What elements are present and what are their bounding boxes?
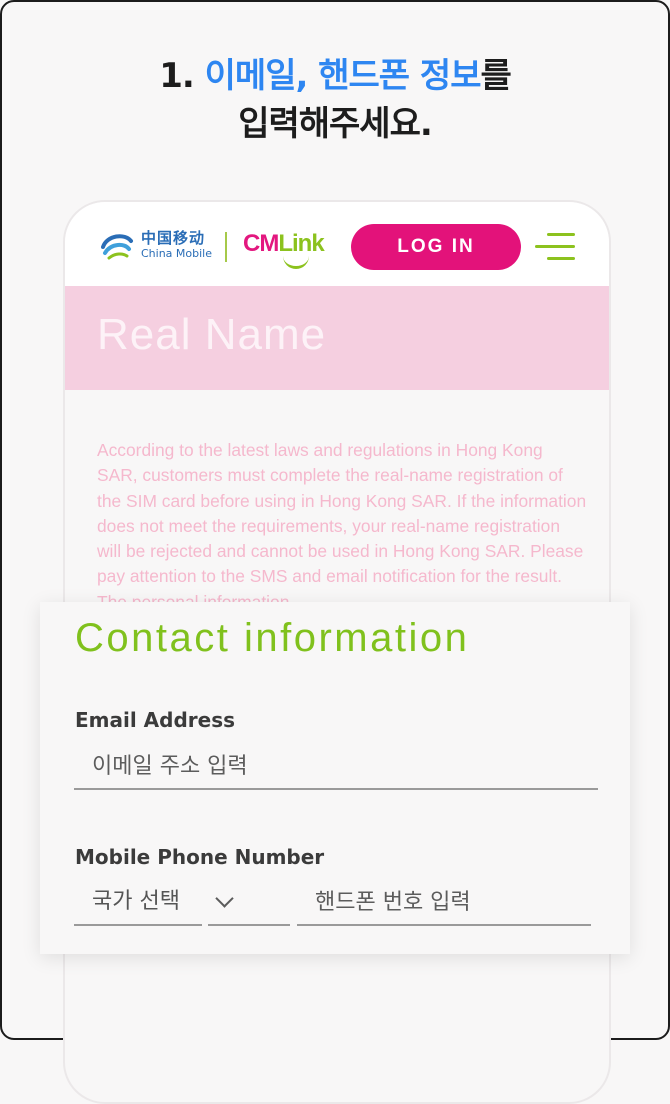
site-header: 中国移动 China Mobile CMLink LOG IN (65, 202, 609, 286)
brand-en: China Mobile (141, 247, 213, 260)
page-banner: Real Name (65, 286, 609, 390)
menu-icon[interactable] (535, 233, 577, 263)
instruction-highlight-phone: 핸드폰 정보 (318, 56, 481, 96)
cmlink-link: Link (278, 230, 324, 257)
menu-line (547, 233, 575, 236)
contact-title: Contact information (75, 616, 470, 660)
instruction-line2: 입력해주세요. (238, 104, 433, 144)
chevron-down-icon (215, 889, 234, 908)
page-title: Real Name (97, 310, 327, 359)
phone-input[interactable] (297, 880, 591, 926)
notice-text: According to the latest laws and regulat… (97, 440, 587, 612)
brand-cn: 中国移动 (141, 229, 206, 247)
menu-line (535, 245, 575, 248)
instruction-highlight-email: 이메일, (204, 56, 309, 96)
menu-line (547, 257, 575, 260)
header-divider (225, 232, 227, 262)
cmlink-logo[interactable]: CMLink (243, 230, 325, 258)
instruction-title: 1. 이메일, 핸드폰 정보를 입력해주세요. (0, 52, 670, 148)
instruction-suffix: 를 (480, 56, 512, 96)
contact-card: Contact information Email Address Mobile… (40, 602, 630, 954)
email-input[interactable] (74, 744, 598, 790)
china-mobile-logo-icon (101, 234, 133, 260)
china-mobile-wordmark: 中国移动 China Mobile (141, 230, 212, 262)
cmlink-arc-icon (283, 256, 309, 269)
instruction-step: 1. (159, 56, 195, 96)
country-dropdown-toggle[interactable] (208, 880, 290, 926)
login-button[interactable]: LOG IN (351, 224, 521, 270)
phone-label: Mobile Phone Number (75, 845, 325, 869)
country-select[interactable]: 국가 선택 (74, 880, 202, 926)
email-label: Email Address (75, 708, 236, 732)
cmlink-cm: CM (243, 230, 279, 257)
